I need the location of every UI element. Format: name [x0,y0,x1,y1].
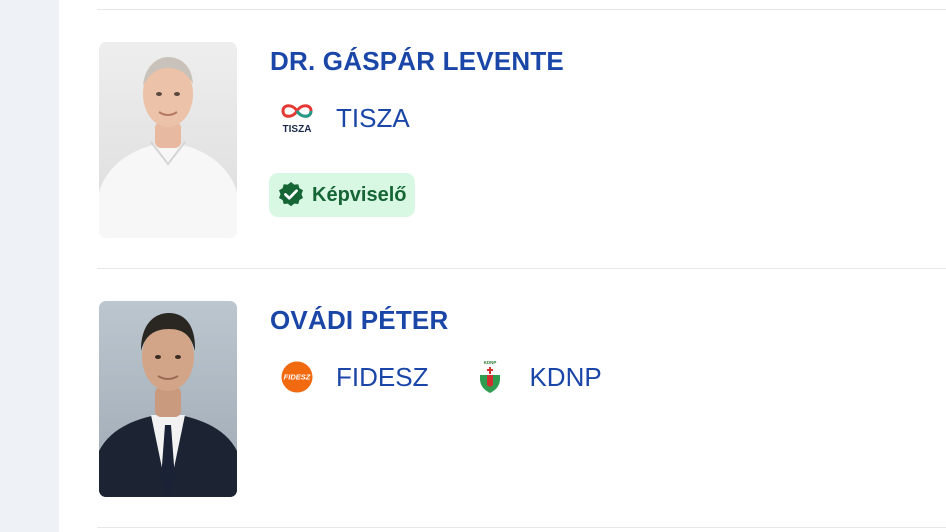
verified-check-icon [279,182,303,207]
tisza-logo-icon: TISZA [277,98,317,138]
candidate-card[interactable]: DR. GÁSPÁR LEVENTE TISZA TISZA Képviselő [99,42,946,242]
left-rail [0,0,59,532]
fidesz-logo-icon: FIDESZ [277,357,317,397]
list-divider [97,268,946,269]
kdnp-logo-icon: KDNP [470,357,510,397]
candidate-photo [99,42,237,238]
badge-label: Képviselő [312,183,407,206]
svg-text:FIDESZ: FIDESZ [284,373,311,382]
svg-text:TISZA: TISZA [283,124,312,135]
party-list: FIDESZ FIDESZ KDNP KDNP [277,357,644,397]
candidate-photo [99,301,237,497]
list-divider [97,527,946,528]
portrait-image [99,301,237,497]
party-label: TISZA [336,102,410,133]
candidate-card[interactable]: OVÁDI PÉTER FIDESZ FIDESZ KDNP KDNP [99,301,946,501]
party-label: KDNP [529,361,602,392]
status-badge: Képviselő [269,173,416,217]
party-item[interactable]: TISZA TISZA [277,98,410,138]
list-divider [97,9,946,10]
candidate-name[interactable]: DR. GÁSPÁR LEVENTE [270,46,564,77]
svg-text:KDNP: KDNP [484,360,497,365]
party-item[interactable]: KDNP KDNP [470,357,602,397]
candidate-name[interactable]: OVÁDI PÉTER [270,305,448,336]
party-item[interactable]: FIDESZ FIDESZ [277,357,428,397]
party-label: FIDESZ [336,361,429,392]
portrait-image [99,42,237,238]
party-list: TISZA TISZA [277,98,452,138]
